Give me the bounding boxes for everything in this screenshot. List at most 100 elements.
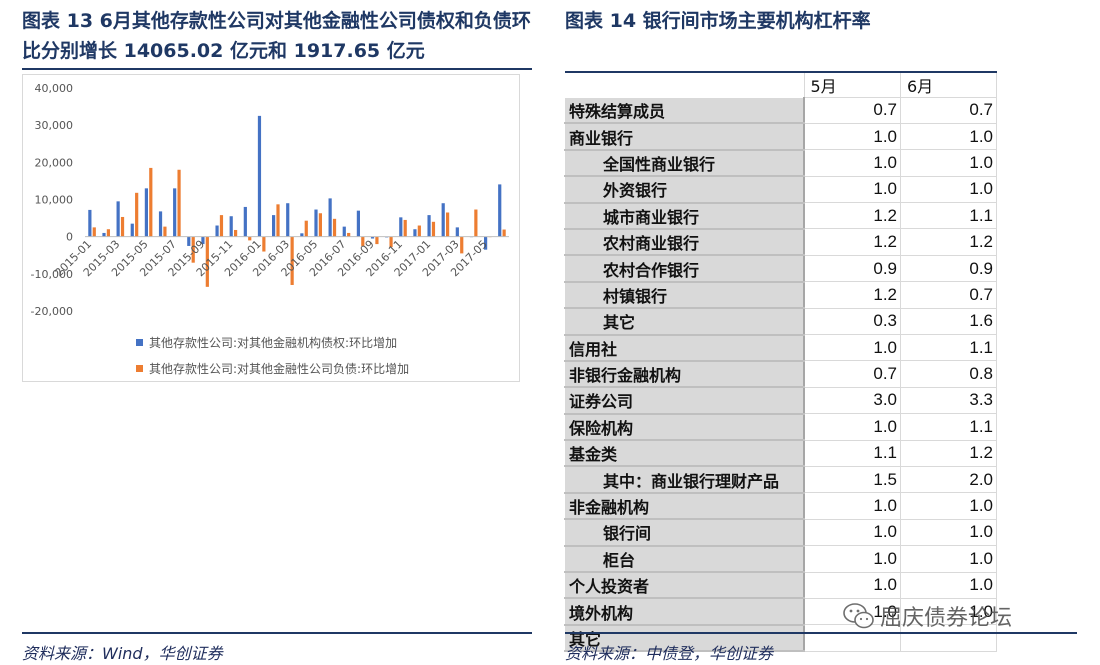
row-label: 个人投资者	[564, 571, 805, 600]
value-june: 1.1	[900, 334, 997, 362]
table-row: 村镇银行 1.2 0.7	[564, 281, 997, 310]
bar-series2	[446, 212, 450, 237]
bar-series2	[474, 209, 478, 237]
row-label: 村镇银行	[564, 281, 805, 310]
legend-swatch-blue	[136, 338, 143, 346]
bar-series2	[276, 204, 280, 237]
value-june: 1.1	[900, 413, 997, 441]
table-row: 基金类 1.1 1.2	[564, 439, 997, 468]
bar-series2	[177, 169, 181, 237]
bar-series1	[328, 198, 332, 237]
bar-chart: -20,000 -10,000 0 10,000 20,000 30,000 40,000 2…	[22, 74, 520, 382]
bar-series1	[130, 223, 134, 237]
figure-14-title: 图表 14 银行间市场主要机构杠杆率	[565, 10, 871, 32]
value-may: 1.2	[803, 228, 901, 256]
y-tick-label: 20,000	[35, 156, 74, 169]
left-title-rule	[22, 68, 532, 70]
table-row: 证券公司 3.0 3.3	[564, 386, 997, 415]
table-row: 其中：商业银行理财产品 1.5 2.0	[564, 465, 997, 494]
bar-series2	[332, 218, 337, 237]
bar-series1	[116, 201, 120, 237]
table-row: 农村合作银行 0.9 0.9	[564, 254, 997, 283]
value-june: 1.0	[900, 149, 997, 177]
table-row: 城市商业银行 1.2 1.1	[564, 202, 997, 230]
value-june: 1.2	[900, 228, 997, 256]
row-label: 农村商业银行	[564, 228, 805, 257]
bar-series2	[318, 213, 322, 237]
y-tick-label: -20,000	[31, 305, 73, 318]
bar-series1	[173, 188, 177, 237]
table-row: 外资银行 1.0 1.0	[564, 175, 997, 204]
value-may: 3.0	[803, 386, 901, 415]
table-row: 保险机构 1.0 1.1	[564, 413, 997, 442]
left-source-note: 资料来源：Wind，华创证券	[22, 644, 223, 663]
bar-series1	[229, 216, 233, 237]
value-june: 1.1	[900, 202, 997, 230]
bar-series1	[243, 206, 247, 237]
bar-series1	[272, 215, 276, 237]
y-tick-label: 30,000	[35, 119, 74, 132]
row-label: 其中：商业银行理财产品	[564, 465, 805, 494]
bar-series1	[342, 226, 346, 237]
table-row: 其它 0.3 1.6	[564, 307, 997, 336]
legend-label-series1: 其他存款性公司:对其他金融机构债权:环比增加	[149, 335, 398, 350]
bar-series1	[455, 227, 459, 237]
value-may: 0.9	[803, 254, 901, 283]
table-row: 全国性商业银行 1.0 1.0	[564, 149, 997, 178]
bar-series2	[304, 220, 308, 237]
figure-13-title: 图表 13 6月其他存款性公司对其他金融性公司债权和负债环比分别增长 14065…	[22, 10, 531, 62]
bar-series1	[88, 209, 92, 237]
bar-series1	[356, 210, 360, 237]
right-source-note: 资料来源：中债登，华创证券	[565, 644, 774, 663]
value-may: 0.7	[803, 97, 901, 124]
row-label: 其它	[564, 307, 805, 336]
value-june: 2.0	[900, 465, 997, 494]
bar-series2	[347, 232, 351, 237]
row-label: 柜台	[564, 545, 805, 574]
value-may: 1.1	[803, 439, 901, 467]
bar-series1	[257, 115, 262, 237]
row-label: 银行间	[564, 518, 805, 547]
value-may: 1.5	[803, 465, 901, 494]
value-may: 1.0	[803, 545, 901, 573]
table-row: 商业银行 1.0 1.0	[564, 122, 997, 151]
row-label: 信用社	[564, 334, 805, 362]
value-may: 1.0	[803, 413, 901, 441]
bar-series2	[106, 229, 110, 237]
bar-series1	[102, 232, 106, 237]
watermark: 屈庆债券论坛	[842, 600, 1012, 632]
row-label: 特殊结算成员	[564, 97, 805, 125]
bar-series2	[417, 225, 421, 237]
value-may: 1.0	[803, 334, 901, 362]
bar-series2	[375, 236, 379, 245]
leverage-table: 5月 6月 特殊结算成员 0.7 0.7 商业银行 1.0 1.0 全国性商业银行 1.0 1.…	[564, 71, 997, 653]
table-row: 柜台 1.0 1.0	[564, 545, 997, 574]
row-label: 农村合作银行	[564, 254, 805, 283]
wechat-icon	[843, 603, 874, 629]
legend-item-series1: 其他存款性公司:对其他金融机构债权:环比增加	[136, 329, 409, 355]
value-may: 1.0	[803, 122, 901, 151]
y-tick-label: 0	[66, 231, 73, 244]
value-may: 1.0	[803, 492, 901, 520]
row-label: 保险机构	[564, 413, 805, 442]
value-june: 1.0	[900, 492, 997, 520]
row-label: 外资银行	[564, 175, 805, 204]
row-label: 非银行金融机构	[564, 360, 805, 389]
bar-series2	[135, 192, 139, 237]
right-source-rule	[565, 632, 1077, 634]
bar-series2	[163, 226, 167, 237]
bar-series2	[403, 219, 407, 237]
value-june: 1.0	[900, 122, 997, 151]
bar-series1	[413, 229, 417, 237]
bar-series1	[215, 225, 219, 237]
table-row: 非银行金融机构 0.7 0.8	[564, 360, 997, 389]
bar-series2	[431, 221, 436, 237]
row-label: 全国性商业银行	[564, 149, 805, 178]
row-label: 基金类	[564, 439, 805, 468]
value-june: 0.7	[900, 97, 997, 124]
table-row: 农村商业银行 1.2 1.2	[564, 228, 997, 257]
value-june: 0.8	[900, 360, 997, 388]
value-may: 1.2	[803, 281, 901, 309]
value-may: 1.0	[803, 175, 901, 204]
value-may: 1.0	[803, 571, 901, 599]
